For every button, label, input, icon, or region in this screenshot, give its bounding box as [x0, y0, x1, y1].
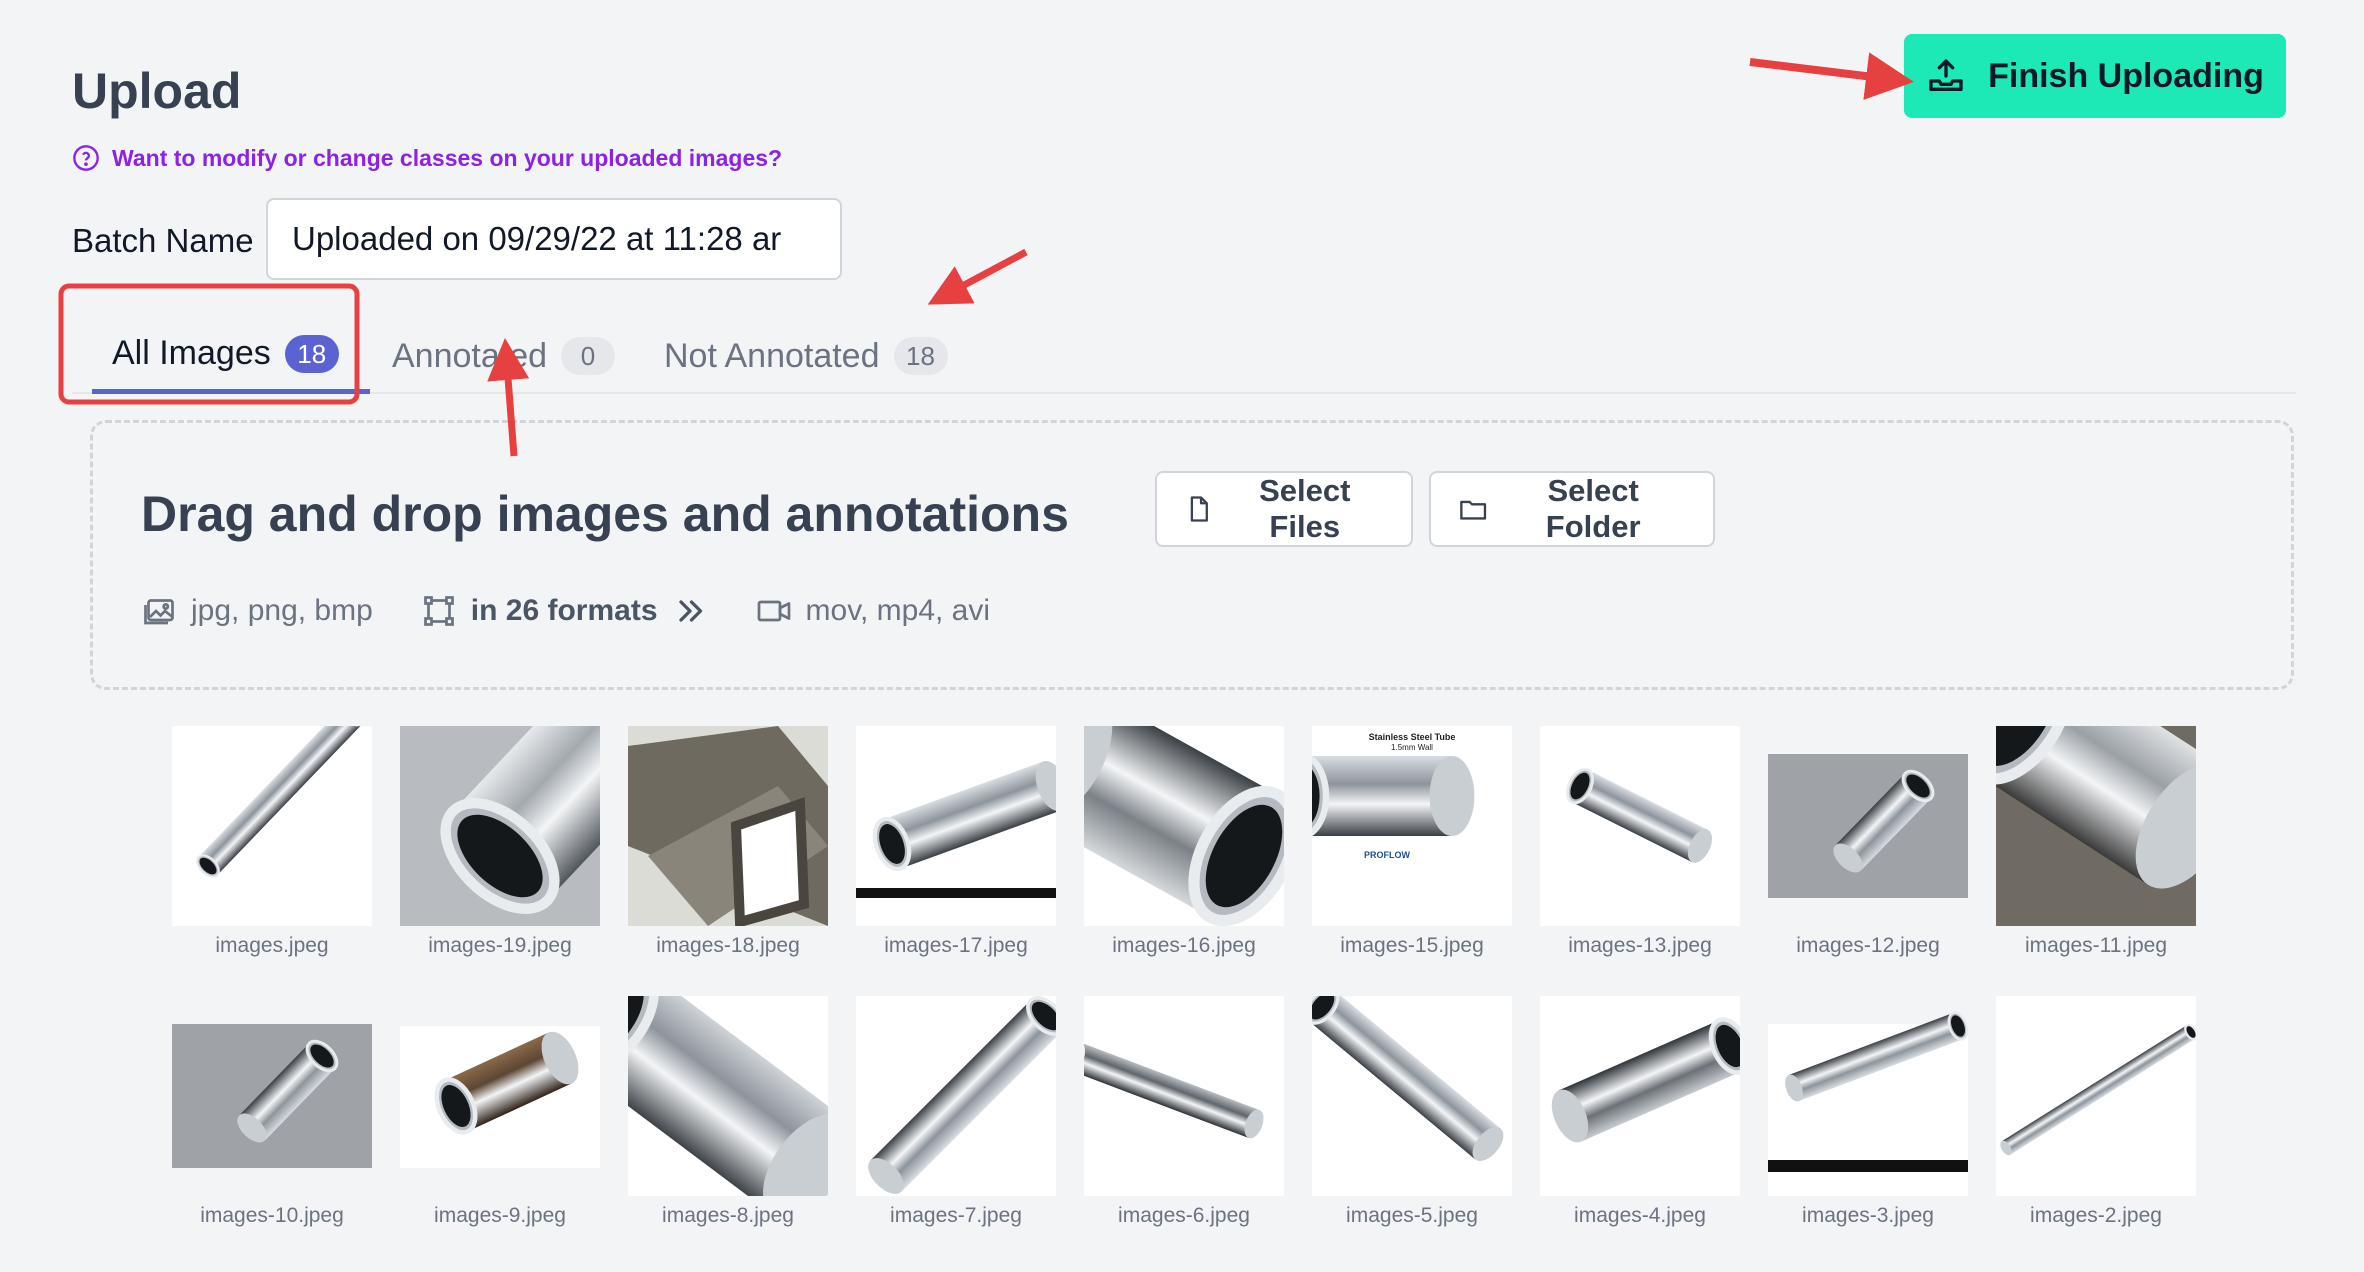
select-files-button[interactable]: Select Files [1155, 471, 1413, 547]
image-thumbnail[interactable]: images-9.jpeg [400, 996, 600, 1228]
tab-count-badge: 0 [561, 337, 616, 375]
thumbnail-image [628, 996, 828, 1196]
image-thumbnail[interactable]: images-10.jpeg [172, 996, 372, 1228]
page-title: Upload [72, 63, 242, 119]
tab-label: Not Annotated [664, 336, 880, 375]
select-folder-label: Select Folder [1545, 473, 1641, 544]
image-filename: images-4.jpeg [1574, 1204, 1706, 1227]
image-filename: images-19.jpeg [428, 934, 572, 957]
thumbnail-image [400, 726, 600, 926]
video-formats-text: mov, mp4, avi [805, 594, 991, 627]
tab-all-images[interactable]: All Images 18 [92, 318, 370, 394]
image-thumbnail[interactable]: images-3.jpeg [1768, 996, 1968, 1228]
video-camera-icon [757, 600, 790, 622]
finish-uploading-button[interactable]: Finish Uploading [1904, 34, 2286, 118]
image-filename: images-13.jpeg [1568, 934, 1712, 957]
image-thumbnail[interactable]: images-13.jpeg [1540, 726, 1740, 958]
image-filename: images-9.jpeg [434, 1204, 566, 1227]
thumbnail-image [856, 726, 1056, 926]
image-thumbnail[interactable]: images-8.jpeg [628, 996, 828, 1228]
image-thumbnail[interactable]: Stainless Steel Tube 1.5mm Wall PROFLOW ima… [1312, 726, 1512, 958]
thumbnail-image [1540, 996, 1740, 1196]
tab-not-annotated[interactable]: Not Annotated 18 [644, 318, 968, 394]
tab-count-badge: 18 [893, 337, 948, 375]
image-thumbnail[interactable]: images-11.jpeg [1996, 726, 2196, 958]
image-thumbnail[interactable]: images-18.jpeg [628, 726, 828, 958]
finish-uploading-label: Finish Uploading [1988, 56, 2264, 95]
image-filename: images-18.jpeg [656, 934, 800, 957]
thumbnail-image [1996, 726, 2196, 926]
image-filename: images-8.jpeg [662, 1204, 794, 1227]
batch-name-input[interactable] [266, 198, 842, 280]
image-filename: images-17.jpeg [884, 934, 1028, 957]
image-filename: images.jpeg [215, 934, 329, 957]
upload-dropzone[interactable]: Drag and drop images and annotations jpg… [90, 420, 2294, 690]
thumbnail-image [1768, 996, 1968, 1196]
image-thumbnail[interactable]: images-16.jpeg [1084, 726, 1284, 958]
image-filename: images-12.jpeg [1796, 934, 1940, 957]
thumbnail-image [400, 996, 600, 1196]
image-thumbnail[interactable]: images-2.jpeg [1996, 996, 2196, 1228]
image-filename: images-5.jpeg [1346, 1204, 1478, 1227]
help-link-text[interactable]: Want to modify or change classes on your… [112, 145, 782, 172]
thumbnail-image [856, 996, 1056, 1196]
image-thumbnail[interactable]: images-5.jpeg [1312, 996, 1512, 1228]
tab-label: Annotated [392, 336, 548, 375]
image-thumbnail[interactable]: images-7.jpeg [856, 996, 1056, 1228]
thumbnail-image [1996, 996, 2196, 1196]
image-thumbnail[interactable]: images-17.jpeg [856, 726, 1056, 958]
image-filename: images-10.jpeg [200, 1204, 344, 1227]
supported-formats: jpg, png, bmp in 26 formats mov, mp4, av… [141, 593, 990, 629]
image-thumbnail[interactable]: images-4.jpeg [1540, 996, 1740, 1228]
thumbnail-image [1084, 726, 1284, 926]
red-arrow [1749, 52, 1914, 100]
svg-text:1.5mm Wall: 1.5mm Wall [1391, 743, 1433, 752]
thumbnail-image [1312, 996, 1512, 1196]
image-thumbnail[interactable]: images.jpeg [172, 726, 372, 958]
image-formats-text: jpg, png, bmp [191, 594, 373, 627]
file-icon [1190, 496, 1208, 522]
tab-annotated[interactable]: Annotated 0 [372, 318, 635, 394]
annotation-formats-link[interactable]: in 26 formats [421, 593, 708, 629]
thumbnail-image [172, 996, 372, 1196]
dropzone-title: Drag and drop images and annotations [141, 486, 1069, 542]
chevrons-right-icon [678, 600, 702, 622]
annotation-formats-text[interactable]: in 26 formats [471, 594, 658, 628]
image-thumbnail[interactable]: images-6.jpeg [1084, 996, 1284, 1228]
upload-tray-icon [1929, 59, 1963, 92]
tab-label: All Images [112, 334, 271, 372]
tab-count-badge: 18 [284, 334, 339, 373]
image-filename: images-2.jpeg [2030, 1204, 2162, 1227]
bounding-box-icon [423, 596, 454, 626]
batch-name-label: Batch Name [72, 222, 254, 259]
select-folder-button[interactable]: Select Folder [1429, 471, 1715, 547]
question-circle-icon [73, 145, 99, 171]
thumbnail-image [1540, 726, 1740, 926]
thumbnail-image [1084, 996, 1284, 1196]
help-link[interactable]: Want to modify or change classes on your… [72, 144, 782, 172]
image-filter-tabs: All Images 18 Annotated 0 Not Annotated … [72, 318, 2296, 394]
folder-icon [1460, 500, 1487, 520]
red-arrow [927, 248, 1028, 305]
images-icon [144, 599, 174, 625]
image-filename: images-15.jpeg [1340, 934, 1484, 957]
svg-text:PROFLOW: PROFLOW [1364, 850, 1410, 860]
image-thumbnail[interactable]: images-19.jpeg [400, 726, 600, 958]
image-filename: images-16.jpeg [1112, 934, 1256, 957]
thumbnail-image: Stainless Steel Tube1.5mm Wall PROFLOW [1312, 726, 1512, 926]
select-files-label: Select Files [1259, 473, 1351, 544]
svg-text:Stainless Steel Tube: Stainless Steel Tube [1369, 732, 1456, 742]
thumbnail-image [628, 726, 828, 926]
thumbnail-image [1768, 726, 1968, 926]
image-filename: images-11.jpeg [2024, 934, 2168, 957]
image-filename: images-3.jpeg [1802, 1204, 1934, 1227]
image-filename: images-6.jpeg [1118, 1204, 1250, 1227]
uploaded-images-grid: images.jpeg images-19.jpeg images-18.jpeg i… [172, 726, 2196, 1228]
image-thumbnail[interactable]: images-12.jpeg [1768, 726, 1968, 958]
image-filename: images-7.jpeg [890, 1204, 1022, 1227]
thumbnail-image [172, 726, 372, 926]
